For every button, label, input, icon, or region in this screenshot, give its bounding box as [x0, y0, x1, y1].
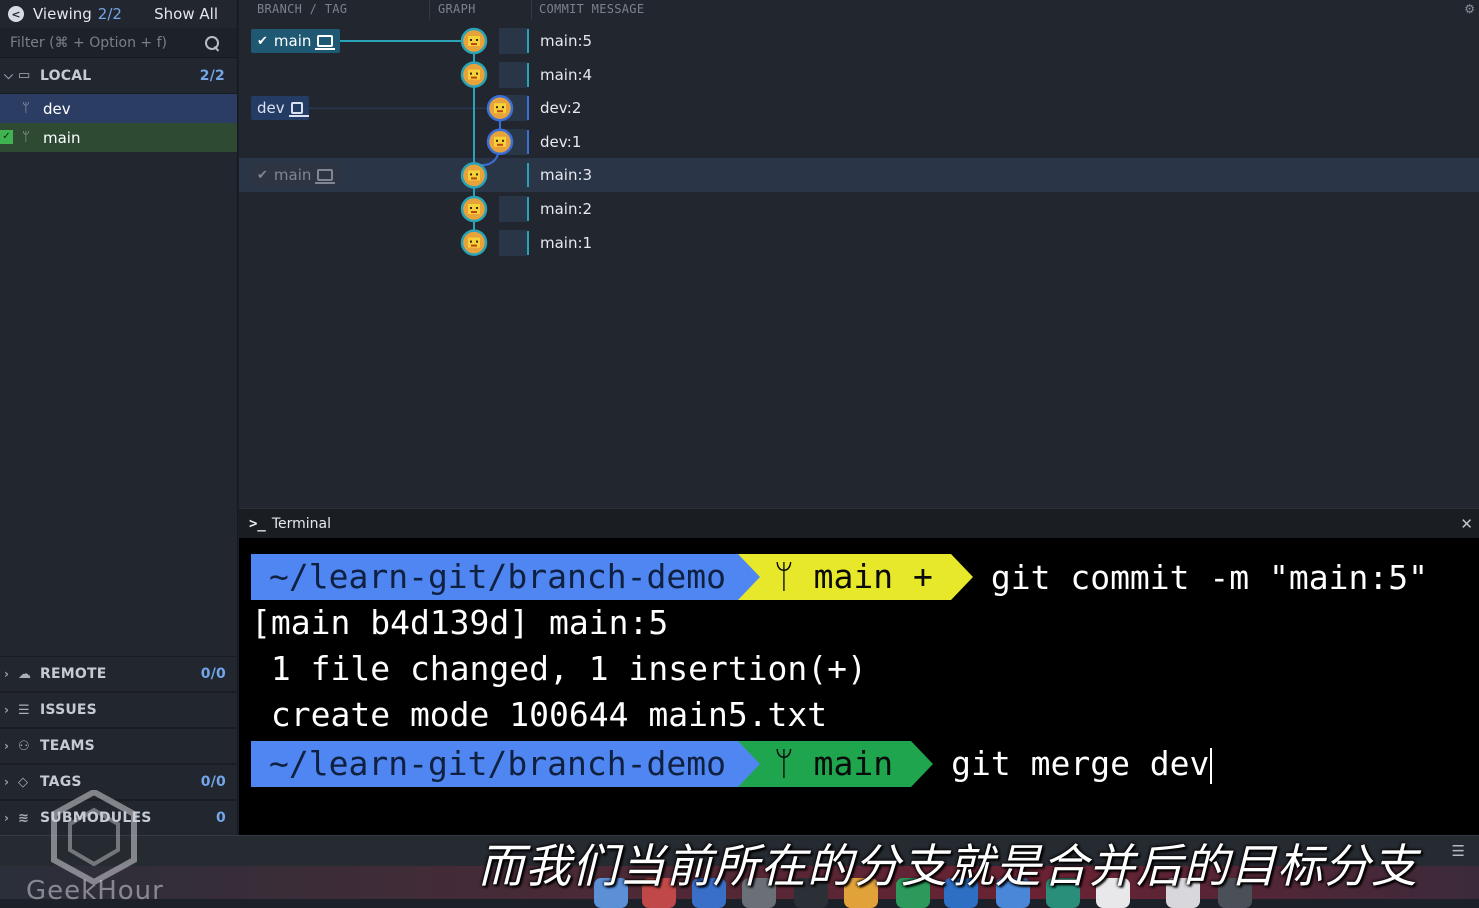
terminal-header: >_ Terminal ✕ [239, 508, 1479, 538]
people-icon: ⚇ [18, 738, 30, 754]
section-local-label: LOCAL [40, 67, 92, 84]
section-remote-count: 0/0 [200, 666, 226, 682]
commit-node-avatar[interactable] [460, 195, 488, 223]
branch-name: dev [43, 99, 71, 118]
chevron-right-icon: › [4, 739, 10, 753]
list-icon: ☰ [18, 702, 30, 718]
sidebar-item-main[interactable]: ✓ ᛘ main [0, 123, 237, 152]
output-line: 1 file changed, 1 insertion(+) [251, 649, 867, 688]
text-cursor [1210, 747, 1213, 784]
laptop-icon: ▭ [18, 68, 31, 83]
output-line: [main b4d139d] main:5 [251, 603, 669, 642]
video-subtitle: 而我们当前所在的分支就是合并后的目标分支 [478, 839, 1418, 893]
show-all-button[interactable]: Show All [154, 5, 229, 23]
branch-icon: ᛘ [22, 101, 30, 116]
chevron-right-icon: › [4, 811, 10, 825]
viewing-count: 2/2 [97, 5, 122, 23]
cloud-icon: ☁ [18, 666, 32, 682]
section-teams[interactable]: › ⚇ TEAMS [0, 728, 238, 764]
viewing-bar: < Viewing 2/2 Show All [0, 0, 237, 28]
commit-node-avatar[interactable] [460, 162, 488, 189]
commit-graph-panel: BRANCH / TAG GRAPH COMMIT MESSAGE ⚙ main… [239, 0, 1479, 508]
section-local-count: 2/2 [199, 67, 225, 84]
close-icon[interactable]: ✕ [1460, 515, 1473, 533]
chevron-down-icon: ⌵ [4, 68, 14, 82]
prompt-branch: ᛘ main [759, 741, 912, 787]
section-submodules-count: 0 [216, 810, 226, 826]
left-sidebar: < Viewing 2/2 Show All ⌵ ▭ LOCAL 2/2 ᛘ d… [0, 0, 238, 836]
filter-bar [0, 28, 237, 58]
section-tags-label: TAGS [40, 774, 82, 790]
terminal-title: Terminal [271, 515, 332, 532]
back-icon[interactable]: < [8, 6, 24, 22]
section-teams-label: TEAMS [40, 738, 95, 754]
branch-glyph-icon: ᛘ [773, 744, 814, 783]
chevron-right-icon: › [4, 775, 10, 789]
powerline-separator [911, 741, 934, 787]
prompt-path: ~/learn-git/branch-demo [251, 554, 738, 600]
branch-name: main [43, 128, 81, 147]
viewing-label: Viewing [33, 5, 92, 23]
prompt-branch-label: main + [813, 557, 933, 596]
branch-glyph-icon: ᛘ [773, 557, 814, 596]
terminal-output[interactable]: ~/learn-git/branch-demo ᛘ main + git com… [239, 538, 1479, 835]
branch-icon: ᛘ [22, 130, 30, 145]
commit-node-avatar[interactable] [460, 229, 488, 256]
commit-node-avatar[interactable] [460, 27, 488, 55]
powerline-separator [950, 554, 973, 600]
prompt-line: ~/learn-git/branch-demo ᛘ main git merge… [251, 741, 1213, 787]
prompt-command: git merge dev [951, 744, 1213, 784]
search-icon[interactable] [205, 35, 219, 50]
commit-graph [309, 27, 514, 256]
prompt-branch: ᛘ main + [759, 554, 951, 600]
section-local[interactable]: ⌵ ▭ LOCAL 2/2 [0, 58, 237, 94]
prompt-line: ~/learn-git/branch-demo ᛘ main + git com… [251, 554, 1428, 600]
prompt-command-text: git merge dev [951, 744, 1210, 784]
filter-input[interactable] [8, 33, 205, 52]
commit-node-avatar[interactable] [460, 61, 488, 88]
chevron-right-icon: › [4, 667, 10, 681]
section-tags-count: 0/0 [200, 774, 226, 790]
section-remote[interactable]: › ☁ REMOTE 0/0 [0, 656, 238, 692]
checked-out-icon: ✓ [0, 130, 13, 144]
list-icon[interactable]: ☰ [1452, 842, 1465, 860]
prompt-path: ~/learn-git/branch-demo [251, 741, 738, 787]
tag-icon: ◇ [18, 774, 29, 790]
section-issues-label: ISSUES [40, 702, 97, 718]
sidebar-item-dev[interactable]: ᛘ dev [0, 94, 237, 123]
terminal-icon: >_ [249, 515, 266, 532]
section-remote-label: REMOTE [40, 666, 107, 682]
watermark-text: GeekHour [26, 876, 164, 906]
commit-node-avatar[interactable] [486, 94, 514, 122]
commit-node-avatar[interactable] [486, 128, 514, 156]
powerline-separator [737, 741, 760, 787]
chevron-right-icon: › [4, 703, 10, 717]
prompt-command: git commit -m "main:5" [990, 557, 1428, 597]
output-line: create mode 100644 main5.txt [251, 695, 828, 734]
section-issues[interactable]: › ☰ ISSUES [0, 692, 238, 728]
powerline-separator [737, 554, 760, 600]
prompt-branch-label: main [813, 744, 894, 783]
